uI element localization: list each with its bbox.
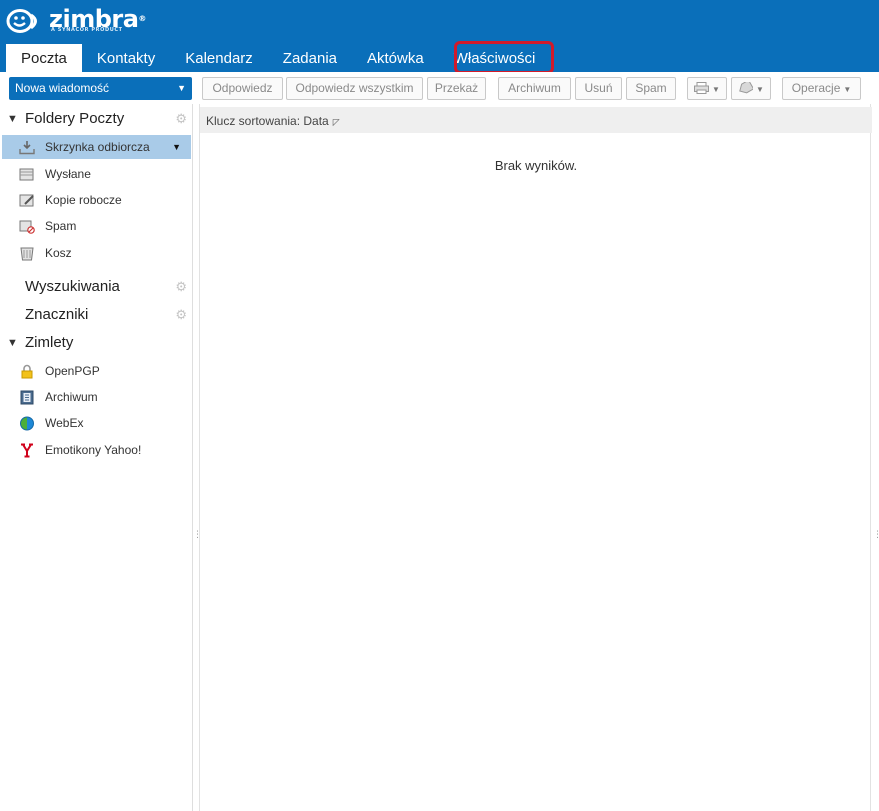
chevron-down-icon: ▼ bbox=[712, 85, 720, 94]
sidebar-item-trash[interactable]: Kosz bbox=[0, 241, 193, 265]
gear-icon[interactable]: ⚙ bbox=[175, 275, 187, 299]
empty-results-message: Brak wyników. bbox=[494, 158, 578, 173]
mail-toolbar: Nowa wiadomość ▼ Odpowiedz Odpowiedz wsz… bbox=[0, 72, 879, 104]
collapse-triangle-icon[interactable]: ▼ bbox=[7, 107, 18, 131]
sidebar-item-label: Skrzynka odbiorcza bbox=[45, 140, 150, 154]
tab-preferences[interactable]: Właściwości bbox=[439, 44, 551, 72]
sidebar-item-spam[interactable]: Spam bbox=[0, 214, 193, 238]
sidebar-item-label: Kosz bbox=[45, 246, 72, 260]
message-list-pane: Klucz sortowania: Data ◸ Brak wyników. bbox=[199, 104, 872, 811]
sidebar-item-label: WebEx bbox=[45, 416, 84, 430]
sidebar-item-label: Spam bbox=[45, 219, 77, 233]
sort-direction-icon[interactable]: ◸ bbox=[333, 117, 340, 127]
globe-icon bbox=[20, 416, 34, 431]
actions-button[interactable]: Operacje ▼ bbox=[782, 77, 861, 100]
inbox-icon bbox=[19, 141, 35, 155]
zimlet-item-webex[interactable]: WebEx bbox=[0, 411, 193, 435]
reply-button[interactable]: Odpowiedz bbox=[202, 77, 283, 100]
tab-contacts[interactable]: Kontakty bbox=[82, 44, 170, 72]
zimlets-header[interactable]: ▼ Zimlety bbox=[0, 331, 193, 355]
forward-button[interactable]: Przekaż bbox=[427, 77, 486, 100]
delete-button[interactable]: Usuń bbox=[575, 77, 622, 100]
app-tabs: Poczta Kontakty Kalendarz Zadania Aktówk… bbox=[6, 44, 550, 72]
sidebar-item-label: Wysłane bbox=[45, 167, 91, 181]
tag-button[interactable]: ▼ bbox=[731, 77, 771, 100]
reading-pane-resize-handle[interactable]: ⋮ bbox=[873, 531, 879, 547]
sidebar-item-label: OpenPGP bbox=[45, 364, 100, 378]
archive-button[interactable]: Archiwum bbox=[498, 77, 571, 100]
spam-icon bbox=[19, 220, 35, 234]
tab-calendar[interactable]: Kalendarz bbox=[170, 44, 268, 72]
zimbra-logo[interactable]: zimbra® bbox=[6, 7, 146, 40]
trash-icon bbox=[20, 247, 34, 261]
sidebar-item-sent[interactable]: Wysłane bbox=[0, 162, 193, 186]
print-button[interactable]: ▼ bbox=[687, 77, 727, 100]
sort-label: Klucz sortowania: Data bbox=[206, 114, 329, 128]
zimlet-item-yahoo-emoticons[interactable]: Emotikony Yahoo! bbox=[0, 438, 193, 462]
new-message-button[interactable]: Nowa wiadomość ▼ bbox=[9, 77, 192, 100]
tab-tasks[interactable]: Zadania bbox=[268, 44, 352, 72]
gear-icon[interactable]: ⚙ bbox=[175, 303, 187, 327]
searches-title: Wyszukiwania bbox=[25, 278, 120, 295]
lock-icon bbox=[21, 364, 33, 379]
reply-all-button[interactable]: Odpowiedz wszystkim bbox=[286, 77, 423, 100]
sent-icon bbox=[19, 168, 34, 181]
searches-header[interactable]: Wyszukiwania ⚙ bbox=[0, 275, 193, 299]
app-header: zimbra® A SYNACOR PRODUCT Poczta Kontakt… bbox=[0, 0, 879, 74]
sidebar-item-inbox[interactable]: Skrzynka odbiorcza ▼ bbox=[2, 135, 191, 159]
brand-tagline: A SYNACOR PRODUCT bbox=[51, 27, 123, 33]
tab-briefcase[interactable]: Aktówka bbox=[352, 44, 439, 72]
mail-folders-header[interactable]: ▼ Foldery Poczty ⚙ bbox=[0, 107, 193, 131]
zimlets-title: Zimlety bbox=[25, 334, 74, 351]
archive-icon bbox=[20, 390, 34, 405]
tag-icon bbox=[739, 79, 755, 94]
printer-icon bbox=[694, 82, 710, 94]
sidebar-resize-handle[interactable]: ⋮ bbox=[193, 531, 202, 547]
yahoo-icon bbox=[21, 443, 33, 458]
sidebar-item-drafts[interactable]: Kopie robocze bbox=[0, 188, 193, 212]
tags-title: Znaczniki bbox=[25, 306, 89, 323]
chevron-down-icon[interactable]: ▼ bbox=[177, 77, 186, 100]
zimbra-logo-icon bbox=[6, 9, 37, 33]
sidebar-item-label: Archiwum bbox=[45, 390, 98, 404]
drafts-icon bbox=[19, 194, 34, 207]
zimlet-item-openpgp[interactable]: OpenPGP bbox=[0, 359, 193, 383]
chevron-down-icon[interactable]: ▼ bbox=[172, 135, 181, 159]
tags-header[interactable]: Znaczniki ⚙ bbox=[0, 303, 193, 327]
spam-button[interactable]: Spam bbox=[626, 77, 676, 100]
new-message-label: Nowa wiadomość bbox=[15, 81, 110, 95]
chevron-down-icon: ▼ bbox=[843, 85, 852, 94]
actions-label: Operacje bbox=[791, 81, 841, 95]
sort-header[interactable]: Klucz sortowania: Data ◸ bbox=[200, 107, 872, 133]
gear-icon[interactable]: ⚙ bbox=[175, 107, 187, 131]
chevron-down-icon: ▼ bbox=[756, 85, 764, 94]
tab-mail[interactable]: Poczta bbox=[6, 44, 82, 72]
zimlet-item-archive[interactable]: Archiwum bbox=[0, 385, 193, 409]
sidebar-item-label: Kopie robocze bbox=[45, 193, 122, 207]
collapse-triangle-icon[interactable]: ▼ bbox=[7, 331, 18, 355]
sidebar-item-label: Emotikony Yahoo! bbox=[45, 443, 142, 457]
sidebar: ▼ Foldery Poczty ⚙ Skrzynka odbiorcza ▼ … bbox=[0, 104, 193, 811]
mail-folders-title: Foldery Poczty bbox=[25, 110, 125, 127]
